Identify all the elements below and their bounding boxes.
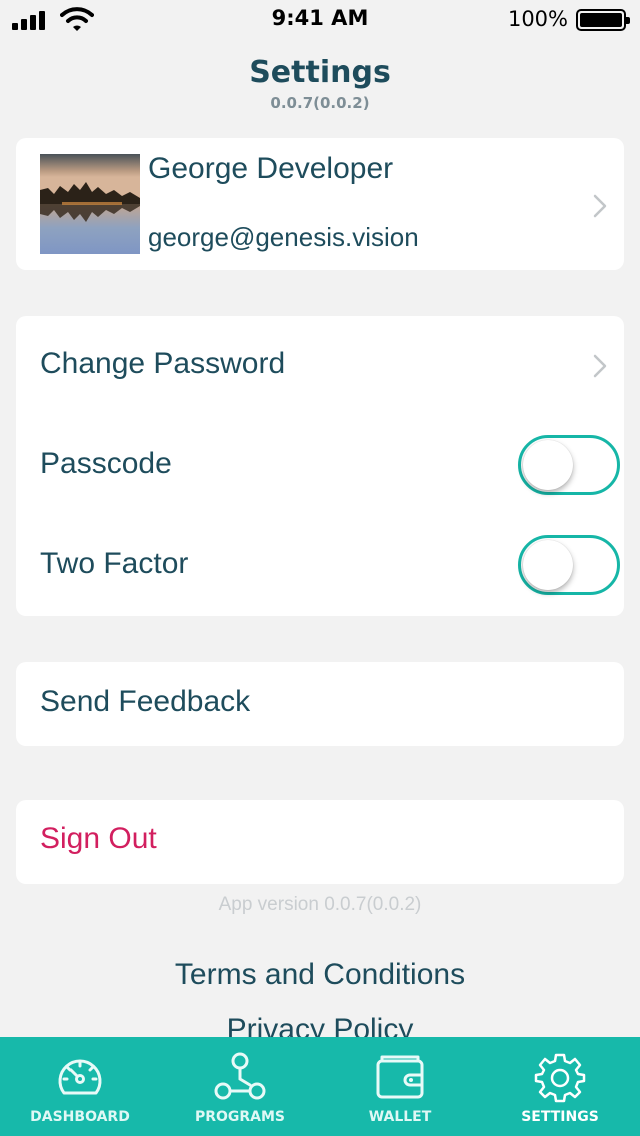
sign-out-label: Sign Out [40, 822, 157, 855]
toggle-knob [523, 540, 573, 590]
page-title: Settings [249, 55, 391, 90]
chevron-right-icon [593, 354, 607, 378]
battery-icon [576, 9, 630, 31]
profile-email: george@genesis.vision [148, 222, 419, 252]
chevron-right-icon [593, 194, 607, 218]
change-password-label: Change Password [40, 347, 286, 380]
programs-icon [214, 1052, 266, 1100]
avatar [40, 154, 140, 254]
page-subtitle-version: 0.0.7(0.0.2) [270, 94, 370, 112]
battery-percent: 100% [507, 7, 568, 31]
send-feedback-label: Send Feedback [40, 685, 251, 718]
dashboard-icon [58, 1059, 102, 1095]
settings-screen: 9:41 AM 100% Settings 0.0.7(0.0.2) Georg… [0, 0, 640, 1136]
gear-icon [534, 1053, 586, 1103]
tab-label: DASHBOARD [30, 1109, 130, 1125]
tab-settings[interactable]: SETTINGS [480, 1037, 640, 1136]
tab-dashboard[interactable]: DASHBOARD [0, 1037, 160, 1136]
wallet-icon [376, 1055, 424, 1099]
tab-label: WALLET [368, 1109, 432, 1125]
avatar-image [40, 154, 140, 254]
passcode-toggle[interactable] [518, 435, 620, 495]
two-factor-toggle[interactable] [518, 535, 620, 595]
toggle-knob [523, 440, 573, 490]
tab-programs[interactable]: PROGRAMS [160, 1037, 320, 1136]
tab-wallet[interactable]: WALLET [320, 1037, 480, 1136]
terms-link[interactable]: Terms and Conditions [0, 958, 640, 992]
two-factor-label: Two Factor [40, 547, 189, 580]
tab-label: PROGRAMS [194, 1109, 286, 1125]
tab-bar: DASHBOARD PROGRAMS WALLET SETTINGS [0, 1037, 640, 1136]
passcode-label: Passcode [40, 447, 172, 480]
status-bar: 9:41 AM 100% [0, 0, 640, 40]
profile-name: George Developer [148, 152, 394, 185]
app-version-text: App version 0.0.7(0.0.2) [218, 894, 422, 915]
tab-label: SETTINGS [521, 1109, 599, 1125]
